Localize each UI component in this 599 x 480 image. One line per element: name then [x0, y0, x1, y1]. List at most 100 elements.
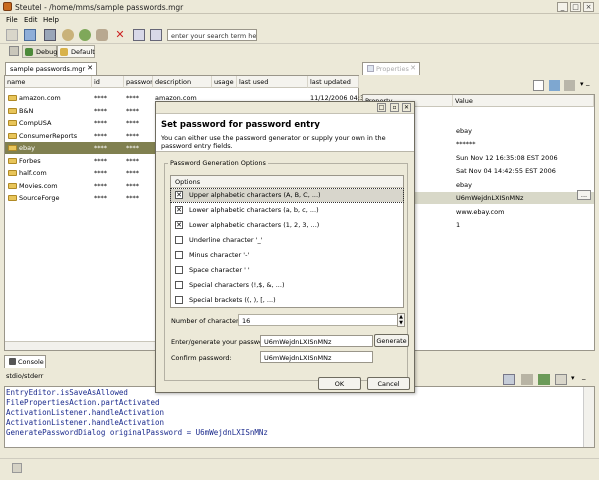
close-icon[interactable]: ×: [583, 2, 594, 12]
tab-editor[interactable]: sample passwords.mgr ✕: [5, 62, 97, 75]
menu-help[interactable]: Help: [43, 16, 59, 24]
col-last-used[interactable]: last used: [237, 76, 308, 88]
col-description[interactable]: description: [153, 76, 212, 88]
ok-button[interactable]: OK: [318, 377, 361, 390]
cell-password: ****: [126, 106, 139, 115]
menu-file[interactable]: File: [6, 16, 18, 24]
cell-id: ****: [94, 156, 107, 165]
minimize-icon[interactable]: _: [557, 2, 568, 12]
filter-icon[interactable]: [549, 80, 560, 91]
checkbox[interactable]: [175, 296, 183, 304]
dialog-close-icon[interactable]: ✕: [402, 103, 411, 112]
save-icon[interactable]: [44, 29, 56, 41]
confirm-password-field[interactable]: U6mWejdnLXISnMNz: [260, 351, 373, 363]
close-properties-tab-icon[interactable]: ✕: [410, 64, 416, 72]
tab-console[interactable]: Console: [4, 355, 46, 368]
property-value: U6mWejdnLXISnMNz: [456, 194, 524, 202]
pin-console-icon[interactable]: [538, 374, 550, 385]
app-icon: [3, 2, 12, 11]
option-item[interactable]: Special characters (!,$, &, ...): [171, 279, 403, 292]
folder-icon: [8, 182, 17, 189]
col-name[interactable]: name: [5, 76, 92, 88]
password-field[interactable]: U6mWejdnLXISnMNz: [260, 335, 373, 347]
folder-icon: [8, 107, 17, 114]
checked-checkbox[interactable]: ✕: [175, 206, 183, 214]
add-user-icon[interactable]: [79, 29, 91, 41]
option-item[interactable]: Special brackets ((, ), [, ...): [171, 294, 403, 307]
col-last-updated[interactable]: last updated: [308, 76, 359, 88]
property-value: Sun Nov 12 16:35:08 EST 2006: [456, 153, 558, 162]
col-value[interactable]: Value: [453, 95, 594, 107]
edit-user-icon[interactable]: [96, 29, 108, 41]
confirm-password-label: Confirm password:: [171, 354, 232, 362]
enter-password-label: Enter/generate your password:: [171, 338, 272, 346]
scroll-lock-icon[interactable]: [521, 374, 533, 385]
import-icon[interactable]: [133, 29, 145, 41]
perspective-default[interactable]: Default: [57, 45, 95, 58]
cancel-button[interactable]: Cancel: [367, 377, 410, 390]
property-value: Sat Nov 04 14:42:55 EST 2006: [456, 167, 556, 175]
num-chars-spinner[interactable]: ▲ ▼: [397, 313, 405, 327]
checkbox[interactable]: [175, 281, 183, 289]
minimize-console-icon[interactable]: _: [582, 372, 586, 380]
view-menu-icon[interactable]: ▾: [580, 80, 584, 88]
options-list: Options ✕ Upper alphabetic characters (A,…: [170, 175, 404, 308]
user-icon[interactable]: [62, 29, 74, 41]
maximize-icon[interactable]: □: [570, 2, 581, 12]
checked-checkbox[interactable]: ✕: [175, 221, 183, 229]
cell-password: ****: [126, 156, 139, 165]
num-chars-field[interactable]: 16: [238, 314, 398, 326]
options-header: Options: [171, 176, 403, 188]
option-item[interactable]: Space character ' ': [171, 264, 403, 277]
dialog-title: Set password for password entry: [161, 120, 320, 130]
minimize-view-icon[interactable]: _: [586, 78, 590, 86]
option-item[interactable]: ✕ Upper alphabetic characters (A, B, C, .…: [170, 188, 404, 203]
open-perspective-icon[interactable]: [9, 46, 19, 56]
console-output[interactable]: EntryEditor.isSaveAsAllowed FilePropertie…: [4, 386, 595, 448]
menu-edit[interactable]: Edit: [24, 16, 38, 24]
cell-password: ****: [126, 144, 139, 152]
console-menu-icon[interactable]: ▾: [571, 374, 575, 382]
tab-properties[interactable]: Properties ✕: [362, 62, 420, 75]
folder-icon: [8, 95, 17, 101]
properties-icon: [367, 65, 374, 72]
checkbox[interactable]: [175, 236, 183, 244]
checked-checkbox[interactable]: ✕: [175, 191, 183, 199]
export-icon[interactable]: [150, 29, 162, 41]
restore-defaults-icon[interactable]: [564, 80, 575, 91]
cell-name: B&N: [19, 106, 34, 115]
perspective-icon: [60, 48, 68, 56]
checkbox[interactable]: [175, 266, 183, 274]
generate-button[interactable]: Generate: [374, 334, 409, 347]
cell-name: SourceForge: [19, 194, 60, 202]
col-id[interactable]: id: [92, 76, 124, 88]
categories-icon[interactable]: [533, 80, 544, 91]
folder-icon: [8, 145, 17, 151]
perspective-debug[interactable]: Debug: [22, 45, 57, 58]
console-label: stdio/stderr: [6, 372, 44, 380]
folder-icon: [8, 170, 17, 176]
new-icon[interactable]: [6, 29, 18, 41]
option-item[interactable]: ✕ Lower alphabetic characters (1, 2, 3, .…: [171, 219, 403, 232]
display-console-icon[interactable]: [555, 374, 567, 385]
option-item[interactable]: ✕ Lower alphabetic characters (a, b, c, .…: [171, 204, 403, 217]
search-input[interactable]: enter your search term here: [167, 29, 257, 41]
property-more-button[interactable]: ...: [577, 190, 591, 200]
option-label: Special characters (!,$, &, ...): [189, 281, 285, 289]
clear-console-icon[interactable]: [503, 374, 515, 385]
console-scrollbar[interactable]: [583, 387, 594, 447]
open-icon[interactable]: [24, 29, 36, 41]
col-password[interactable]: password: [124, 76, 153, 88]
option-item[interactable]: Underline character '_': [171, 234, 403, 247]
property-value: ebay: [456, 180, 472, 189]
dialog-maximize-icon[interactable]: ▫: [390, 103, 399, 112]
delete-icon[interactable]: ✕: [114, 29, 126, 41]
fast-view-icon[interactable]: [12, 463, 22, 473]
checkbox[interactable]: [175, 251, 183, 259]
dialog-minimize-icon[interactable]: □: [377, 103, 386, 112]
cell-name: half.com: [19, 169, 47, 177]
close-tab-icon[interactable]: ✕: [87, 64, 93, 72]
option-item[interactable]: Minus character '-': [171, 249, 403, 262]
col-usage[interactable]: usage: [212, 76, 237, 88]
option-label: Lower alphabetic characters (a, b, c, ..…: [189, 206, 319, 214]
